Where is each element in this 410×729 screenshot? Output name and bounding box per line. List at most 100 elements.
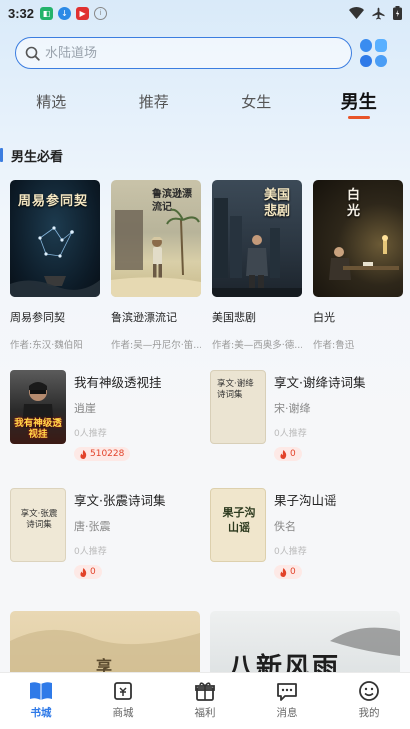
tab-featured[interactable]: 精选 <box>0 86 103 120</box>
featured-books: 周易参同契 周易参同契 作者:东汉·魏伯阳 鲁滨逊漂流记 鲁滨逊漂流记 作者:吴… <box>10 180 410 351</box>
book-info: 果子沟山谣 佚名 0人推荐 0 <box>274 488 337 579</box>
book-author: 佚名 <box>274 520 296 533</box>
status-time: 3:32 <box>8 5 35 21</box>
book-name: 鲁滨逊漂流记 <box>111 311 177 324</box>
cover-title: 我有神级透视挂 <box>14 418 62 440</box>
book-info: 享文·张震诗词集 唐·张震 0人推荐 0 <box>74 488 166 579</box>
flame-icon <box>280 567 287 577</box>
featured-book[interactable]: 美国悲剧 美国悲剧 作者:美—西奥多·德... <box>212 180 302 351</box>
book-name: 白光 <box>313 311 335 324</box>
nav-profile[interactable]: 我的 <box>328 673 410 729</box>
recommend-count: 0人推荐 <box>74 429 107 439</box>
flame-icon <box>80 449 87 459</box>
download-notification-icon: ↓ <box>58 6 72 20</box>
book-title: 享文·谢绛诗词集 <box>274 375 366 390</box>
nav-label: 我的 <box>358 707 380 719</box>
book-cover[interactable]: 果子沟山谣 <box>210 488 266 562</box>
heat-value: 510228 <box>90 449 125 459</box>
active-tab-indicator <box>347 116 370 119</box>
section-title: 男生必看 <box>11 149 64 165</box>
message-icon <box>277 683 297 701</box>
status-bar: 3:32 ◧ ↓ ▶ i <box>0 0 410 26</box>
castaway-illustration <box>111 208 201 297</box>
book-info: 我有神级透视挂 逍崖 0人推荐 510228 <box>74 370 162 461</box>
cover-title: 果子沟山谣 <box>222 506 256 534</box>
featured-book[interactable]: 白光 白光 作者:鲁迅 <box>313 180 403 351</box>
list-item[interactable]: 我有神级透视挂 我有神级透视挂 逍崖 0人推荐 510228 <box>10 370 210 461</box>
book-cover[interactable]: 享文·张震诗词集 <box>10 488 66 562</box>
airplane-icon <box>372 7 385 19</box>
book-title: 享文·张震诗词集 <box>74 493 166 508</box>
book-author: 作者:美—西奥多·德... <box>212 340 302 351</box>
nav-messages[interactable]: 消息 <box>246 673 328 729</box>
featured-book[interactable]: 周易参同契 周易参同契 作者:东汉·魏伯阳 <box>10 180 100 351</box>
cover-title: 享文·张震诗词集 <box>20 509 58 530</box>
app-notification-icon: ◧ <box>40 6 54 20</box>
apps-grid-icon[interactable] <box>360 39 388 67</box>
tab-male[interactable]: 男生 <box>308 86 410 120</box>
section-header: 男生必看 <box>0 146 64 165</box>
book-name: 周易参同契 <box>10 311 65 324</box>
book-cover[interactable]: 八新风雨 <box>210 611 400 673</box>
nav-shop[interactable]: 商城 <box>82 673 164 729</box>
gift-icon <box>195 682 215 701</box>
recommend-count: 0人推荐 <box>74 547 107 557</box>
section-accent-bar <box>0 148 3 162</box>
cover-title: 八新风雨 <box>228 653 341 673</box>
book-author: 逍崖 <box>74 402 96 415</box>
heat-badge: 0 <box>274 565 302 579</box>
nav-label: 书城 <box>30 707 52 719</box>
nav-label: 福利 <box>194 707 216 719</box>
book-author: 唐·张震 <box>74 520 111 533</box>
tab-recommended[interactable]: 推荐 <box>103 86 206 120</box>
more-books-row: 享 八新风雨 <box>10 611 400 673</box>
heat-badge: 510228 <box>74 447 131 461</box>
profile-icon <box>359 681 379 701</box>
flame-icon <box>80 567 87 577</box>
constellation-illustration <box>10 226 100 297</box>
bottom-nav: 书城 商城 福利 消息 我的 <box>0 672 410 729</box>
study-illustration <box>329 235 399 280</box>
bookstore-icon <box>30 682 52 700</box>
heat-badge: 0 <box>74 565 102 579</box>
nav-label: 消息 <box>276 707 298 719</box>
nav-welfare[interactable]: 福利 <box>164 673 246 729</box>
book-cover[interactable]: 周易参同契 <box>10 180 100 297</box>
search-input[interactable] <box>45 45 305 61</box>
video-notification-icon: ▶ <box>76 6 90 20</box>
list-item[interactable]: 果子沟山谣 果子沟山谣 佚名 0人推荐 0 <box>210 488 400 579</box>
battery-icon <box>393 6 402 20</box>
heat-value: 0 <box>290 567 296 577</box>
heat-value: 0 <box>90 567 96 577</box>
cover-title: 享文·谢绛诗词集 <box>217 379 254 400</box>
book-cover[interactable]: 享文·谢绛诗词集 <box>210 370 266 444</box>
wifi-icon <box>349 7 364 19</box>
book-list: 我有神级透视挂 我有神级透视挂 逍崖 0人推荐 510228 享文·谢绛诗词集 … <box>10 370 400 579</box>
search-icon <box>25 46 40 61</box>
shop-icon <box>114 682 132 700</box>
heat-badge: 0 <box>274 447 302 461</box>
book-cover[interactable]: 白光 <box>313 180 403 297</box>
info-notification-icon: i <box>94 6 108 20</box>
city-illustration <box>212 198 302 297</box>
search-box[interactable] <box>15 37 352 69</box>
list-item[interactable]: 享文·张震诗词集 享文·张震诗词集 唐·张震 0人推荐 0 <box>10 488 210 579</box>
book-author: 作者:鲁迅 <box>313 340 355 351</box>
book-author: 作者:东汉·魏伯阳 <box>10 340 83 351</box>
book-cover[interactable]: 享 <box>10 611 200 673</box>
nav-bookstore[interactable]: 书城 <box>0 673 82 729</box>
book-cover[interactable]: 我有神级透视挂 <box>10 370 66 444</box>
recommend-count: 0人推荐 <box>274 429 307 439</box>
nav-label: 商城 <box>112 707 134 719</box>
book-author: 宋·谢绛 <box>274 402 311 415</box>
featured-book[interactable]: 鲁滨逊漂流记 鲁滨逊漂流记 作者:吴—丹尼尔·笛... <box>111 180 201 351</box>
book-title: 我有神级透视挂 <box>74 375 162 390</box>
book-author: 作者:吴—丹尼尔·笛... <box>111 340 201 351</box>
book-cover[interactable]: 鲁滨逊漂流记 <box>111 180 201 297</box>
book-title: 果子沟山谣 <box>274 493 337 508</box>
search-row <box>15 36 395 70</box>
list-item[interactable]: 享文·谢绛诗词集 享文·谢绛诗词集 宋·谢绛 0人推荐 0 <box>210 370 400 461</box>
tab-female[interactable]: 女生 <box>205 86 308 120</box>
book-cover[interactable]: 美国悲剧 <box>212 180 302 297</box>
category-tabs: 精选 推荐 女生 男生 <box>0 86 410 120</box>
